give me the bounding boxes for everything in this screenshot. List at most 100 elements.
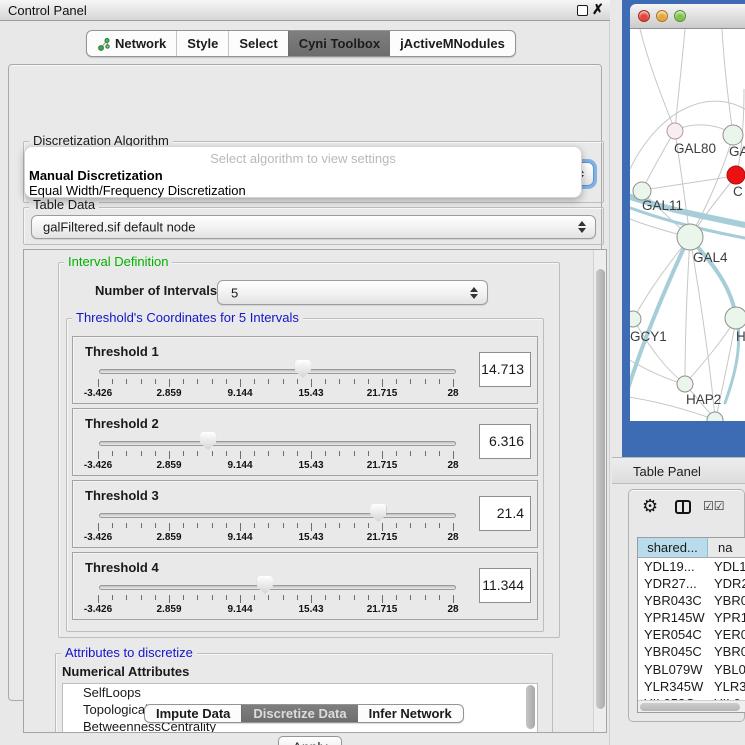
tick-mark [325, 523, 326, 528]
table-row[interactable]: YDL19...YDL1 [638, 558, 745, 575]
table-data-value: galFiltered.sif default node [43, 220, 195, 235]
table-row[interactable]: YBR043CYBR0 [638, 592, 745, 609]
tick-mark [183, 451, 184, 456]
tick-mark [98, 595, 99, 603]
network-edge[interactable] [643, 176, 735, 190]
scale-label: 2.859 [156, 532, 181, 543]
threshold-value-field[interactable]: 21.4 [479, 496, 531, 531]
attributes-list-scrollbar[interactable] [526, 685, 535, 729]
threshold-label: Threshold 4 [85, 560, 159, 575]
network-edge[interactable] [640, 29, 675, 130]
table-row[interactable]: YBL079WYBL0 [638, 661, 745, 678]
table-cell: YER054C [638, 626, 708, 643]
tick-mark [212, 523, 213, 528]
table-hscrollbar-thumb[interactable] [640, 703, 740, 711]
checkbox-icons[interactable]: ☑☑ [703, 499, 725, 513]
network-node[interactable] [667, 123, 683, 139]
tick-mark [126, 451, 127, 456]
slider-track[interactable] [99, 585, 456, 590]
network-node[interactable] [725, 307, 745, 329]
tick-mark [268, 451, 269, 456]
tab-impute-data[interactable]: Impute Data [145, 705, 241, 722]
zoom-light[interactable] [674, 10, 686, 22]
table-hscrollbar-track[interactable] [638, 700, 745, 712]
table-row[interactable]: YPR145WYPR1 [638, 609, 745, 626]
tab-jactivemnodules[interactable]: jActiveMNodules [390, 31, 515, 56]
threshold-value-field[interactable]: 14.713 [479, 352, 531, 387]
network-node[interactable] [727, 166, 745, 184]
table-cell: YDL19... [638, 558, 708, 575]
tab-select[interactable]: Select [228, 31, 287, 56]
tab-infer-network[interactable]: Infer Network [358, 705, 463, 722]
dropdown-option-equal-width-frequency-discretization[interactable]: Equal Width/Frequency Discretization [29, 183, 246, 198]
threshold-value-field[interactable]: 6.316 [479, 424, 531, 459]
tick-mark [226, 595, 227, 600]
tick-mark [297, 595, 298, 600]
table-row[interactable]: YER054CYER0 [638, 626, 745, 643]
settings-scrollbar-track[interactable] [593, 250, 606, 732]
slider-handle[interactable] [295, 360, 311, 378]
tab-label: Network [115, 31, 166, 56]
tick-mark [311, 379, 312, 387]
network-edge[interactable] [722, 29, 733, 134]
table-data-combobox[interactable]: galFiltered.sif default node [31, 215, 596, 239]
network-window-titlebar[interactable] [630, 4, 745, 29]
threshold-label: Threshold 1 [85, 344, 159, 359]
gear-icon[interactable]: ⚙ [642, 496, 658, 517]
tick-mark [425, 523, 426, 528]
tick-mark [396, 451, 397, 456]
table-cell: YLR3 [708, 678, 745, 695]
table-row[interactable]: YBR045CYBR0 [638, 643, 745, 660]
threshold-value-field[interactable]: 11.344 [479, 568, 531, 603]
tick-mark [126, 595, 127, 600]
minimize-light[interactable] [656, 10, 668, 22]
network-node[interactable] [677, 376, 693, 392]
tab-discretize-data[interactable]: Discretize Data [241, 705, 357, 722]
table-cell: YBR043C [638, 592, 708, 609]
network-node[interactable] [723, 125, 743, 145]
numerical-attributes-label: Numerical Attributes [62, 664, 189, 679]
tab-network[interactable]: Network [87, 31, 176, 56]
network-node[interactable] [677, 224, 703, 250]
slider-handle[interactable] [200, 432, 216, 450]
tick-mark [396, 595, 397, 600]
split-table-icon[interactable] [675, 500, 691, 514]
network-edge[interactable] [685, 237, 690, 383]
slider-handle[interactable] [257, 576, 273, 594]
table-panel: ⚙ ☑☑ shared...na YDL19...YDL1YDR27...YDR… [628, 489, 745, 722]
threshold-panel-3: Threshold 3-3.4262.8599.14415.4321.71528… [72, 480, 538, 548]
table-cell: YBR045C [638, 643, 708, 660]
table-cell: YBR0 [708, 643, 745, 660]
table-row[interactable]: YDR27...YDR2 [638, 575, 745, 592]
tab-style[interactable]: Style [176, 31, 228, 56]
attribute-item[interactable]: SelfLoops [63, 684, 537, 701]
close-light[interactable] [638, 10, 650, 22]
network-edge[interactable] [675, 29, 685, 130]
scale-label: 21.715 [367, 532, 398, 543]
apply-button[interactable]: Apply [278, 736, 342, 745]
slider-handle[interactable] [370, 504, 386, 522]
column-header[interactable]: na [708, 538, 745, 557]
settings-scrollbar-thumb[interactable] [596, 269, 605, 709]
slider-track[interactable] [99, 513, 456, 518]
scale-label: -3.426 [84, 532, 112, 543]
column-header[interactable]: shared... [638, 538, 708, 557]
scale-label: 28 [447, 388, 458, 399]
float-window-icon[interactable] [577, 5, 588, 16]
close-icon[interactable]: ✗ [592, 1, 604, 18]
table-cell: YDR2 [708, 575, 745, 592]
dropdown-option-manual-discretization[interactable]: Manual Discretization [29, 168, 163, 183]
tick-mark [453, 379, 454, 387]
network-canvas[interactable]: GAL80GACGAL11GAL4GCY1HHAP2 [630, 29, 745, 421]
slider-track[interactable] [99, 369, 456, 374]
tab-cyni-toolbox[interactable]: Cyni Toolbox [288, 31, 390, 56]
scale-label: 15.43 [298, 604, 323, 615]
number-of-intervals-combobox[interactable]: 5 [217, 280, 488, 305]
tick-mark [325, 451, 326, 456]
table-cell: YLR345W [638, 678, 708, 695]
tick-mark [240, 379, 241, 387]
network-node[interactable] [630, 311, 641, 327]
slider-track[interactable] [99, 441, 456, 446]
tick-mark [311, 451, 312, 459]
table-row[interactable]: YLR345WYLR3 [638, 678, 745, 695]
